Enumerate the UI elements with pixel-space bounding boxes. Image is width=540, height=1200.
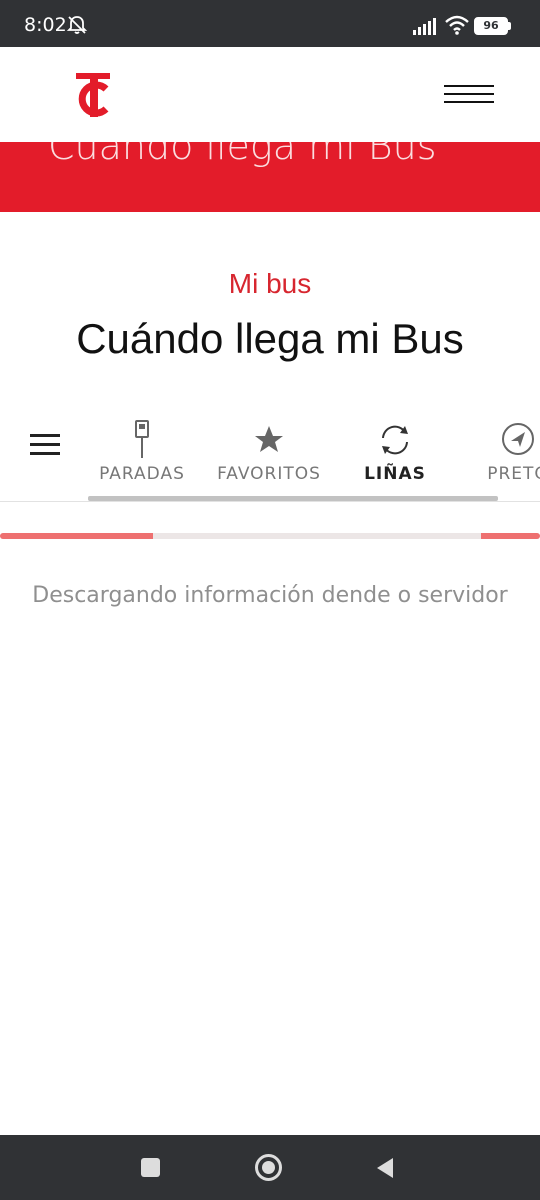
tab-label: PRETO [487, 464, 540, 484]
page-title: Cuándo llega mi Bus [76, 315, 464, 362]
banner-title: Cuándo llega mi Bus [48, 142, 437, 168]
home-button[interactable] [255, 1154, 282, 1181]
tab-label: PARADAS [99, 464, 185, 484]
refresh-icon [382, 425, 408, 455]
tab-scroll-indicator[interactable] [88, 496, 498, 501]
status-bar: 8:02 96 [0, 0, 540, 47]
tab-paradas[interactable]: PARADAS [94, 410, 190, 490]
loading-message: Descargando información dende o servidor [32, 583, 508, 608]
tab-preto[interactable]: PRETO [478, 410, 540, 490]
battery-tip [508, 22, 511, 30]
system-navigation-bar [0, 1135, 540, 1200]
battery-indicator: 96 [474, 17, 508, 35]
tab-bar: PARADAS FAVORITOS LIÑAS PRETO [0, 410, 540, 502]
section-label: Mi bus [228, 268, 312, 299]
bus-stop-sign-icon [135, 420, 149, 458]
recents-button[interactable] [141, 1158, 160, 1177]
tabs-menu-icon[interactable] [30, 434, 60, 456]
tc-logo-icon[interactable] [72, 71, 118, 119]
navigation-icon [502, 423, 534, 455]
progress-segment-left [0, 533, 153, 539]
progress-segment-right [480, 533, 540, 539]
page-banner: Cuándo llega mi Bus [0, 142, 540, 212]
notifications-muted-icon [66, 16, 88, 34]
star-icon [255, 426, 283, 452]
tab-label: LIÑAS [364, 464, 426, 484]
tab-label: FAVORITOS [217, 464, 321, 484]
back-icon[interactable] [375, 1157, 395, 1179]
loading-progress-bar [0, 533, 540, 539]
tab-linas[interactable]: LIÑAS [355, 410, 435, 490]
status-time: 8:02 [24, 14, 67, 36]
main-menu-button[interactable] [444, 85, 494, 105]
signal-icon [413, 18, 436, 35]
tab-favoritos[interactable]: FAVORITOS [214, 410, 324, 490]
app-header [0, 47, 540, 142]
wifi-icon [445, 15, 469, 35]
